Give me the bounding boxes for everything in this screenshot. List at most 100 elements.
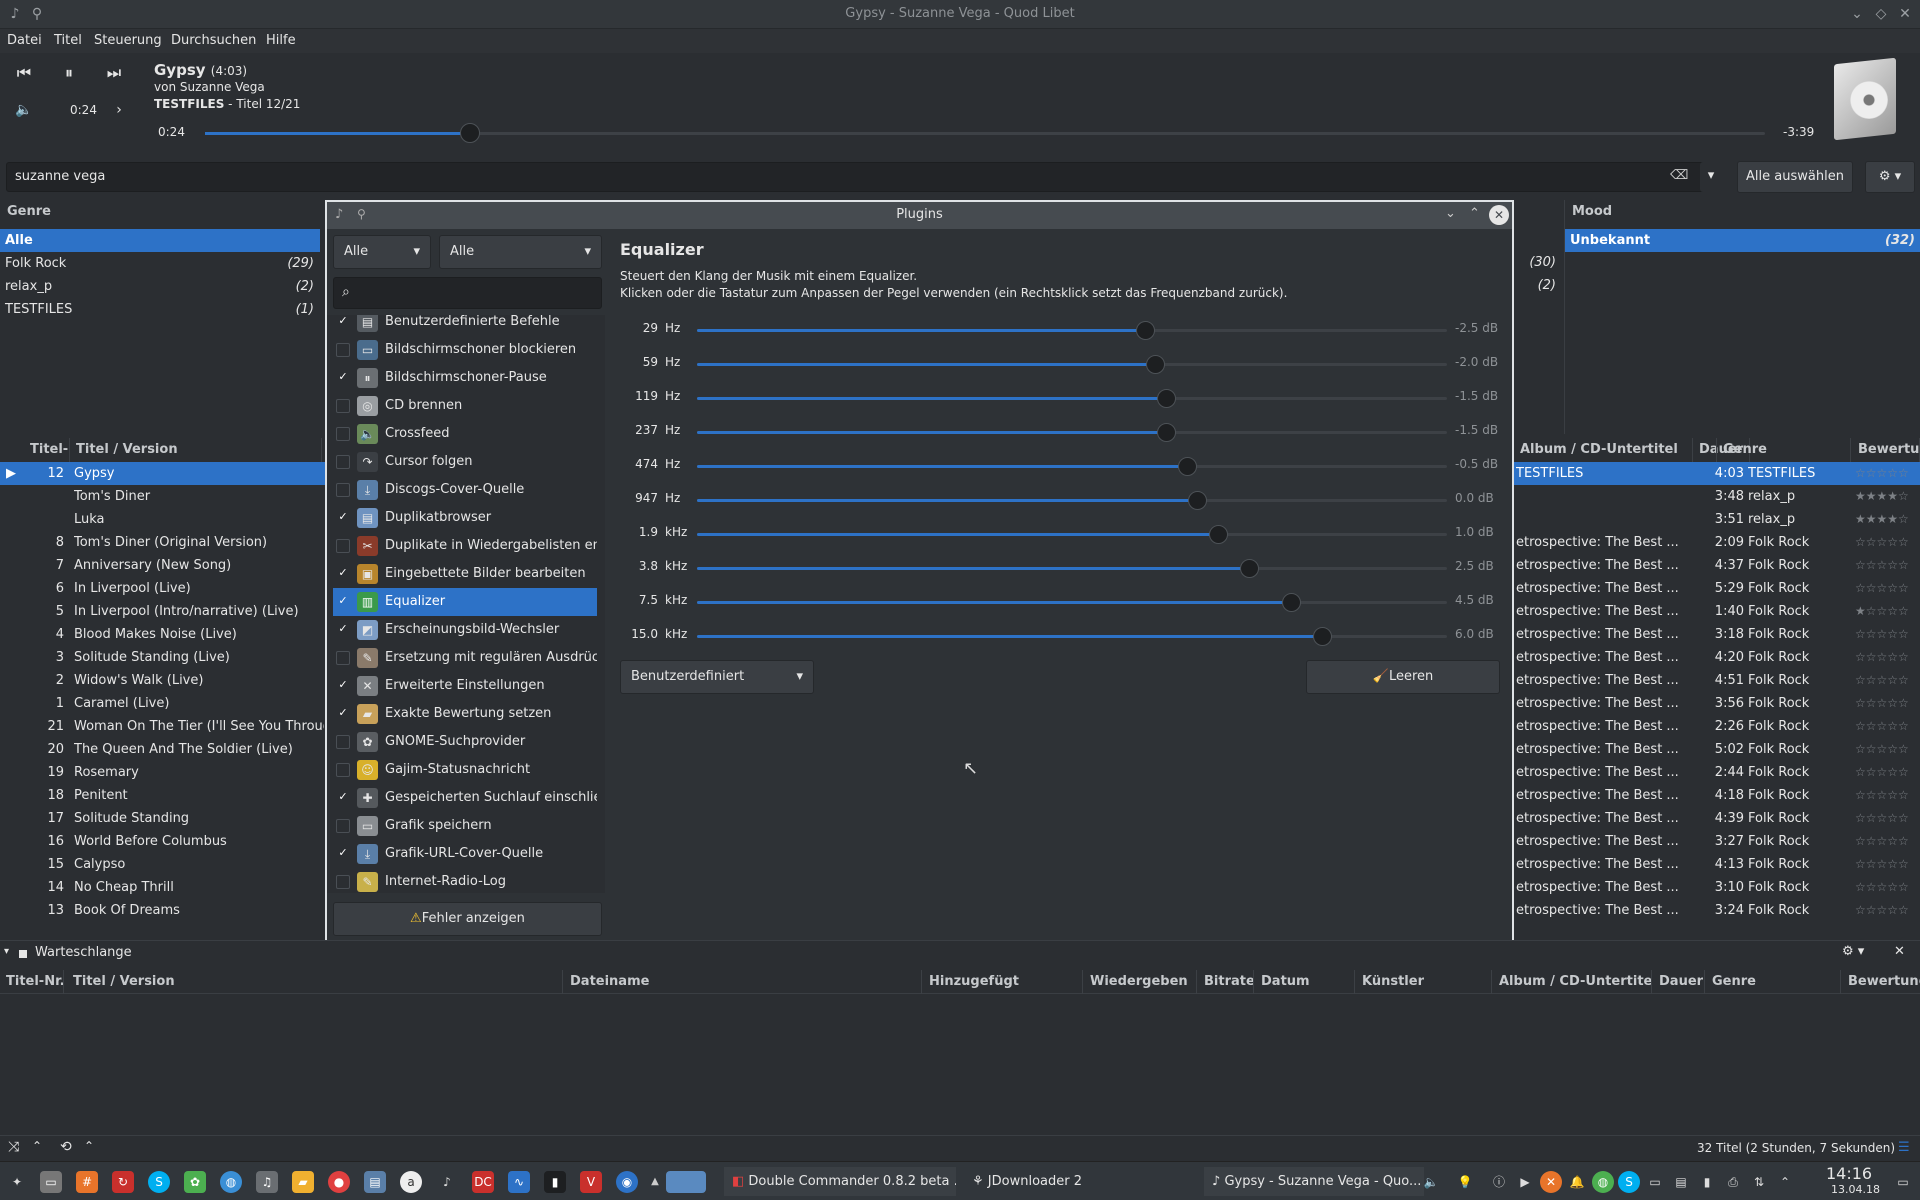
col-album[interactable]: Album / CD-Untertitel — [1514, 438, 1693, 462]
expand-arrow-icon[interactable]: › — [104, 98, 134, 122]
terminal-icon[interactable]: ▮ — [544, 1171, 566, 1193]
plugin-item[interactable]: ✓ ⤓ Grafik-URL-Cover-Quelle — [333, 840, 597, 868]
volume-icon[interactable]: 🔈 — [9, 98, 39, 122]
folder-icon[interactable]: ▰ — [292, 1171, 314, 1193]
sync-icon[interactable]: ↻ — [112, 1171, 134, 1193]
bulb-tray-icon[interactable]: 💡 — [1454, 1171, 1476, 1193]
plugin-checkbox[interactable] — [336, 455, 350, 469]
menu-titel[interactable]: Titel — [54, 33, 82, 48]
plugin-checkbox[interactable]: ✓ — [336, 315, 350, 329]
browser-icon[interactable]: ◍ — [220, 1171, 242, 1193]
eq-band-slider[interactable] — [697, 627, 1447, 646]
hashtag-icon[interactable]: # — [76, 1171, 98, 1193]
col-title[interactable]: Titel / Version — [70, 438, 322, 462]
plugin-item[interactable]: ⤓ Discogs-Cover-Quelle — [333, 476, 597, 504]
queue-col-track[interactable]: Titel-Nr. — [0, 970, 64, 994]
double-commander-icon[interactable]: DC — [472, 1171, 494, 1193]
start-menu-icon[interactable]: ✦ — [6, 1171, 28, 1193]
eq-slider-handle[interactable] — [1156, 389, 1176, 408]
network-tray-icon[interactable]: ⇅ — [1748, 1171, 1770, 1193]
search-history-dropdown[interactable]: ▾ — [1700, 162, 1722, 192]
plugin-checkbox[interactable] — [336, 483, 350, 497]
desktop-pager[interactable] — [666, 1171, 706, 1193]
printer-tray-icon[interactable]: ⎙ — [1722, 1171, 1744, 1193]
queue-col-bitrate[interactable]: Bitrate — [1198, 970, 1254, 994]
eq-slider-handle[interactable] — [1240, 559, 1260, 578]
files-icon[interactable]: ▭ — [40, 1171, 62, 1193]
battery-tray-icon[interactable]: ▮ — [1696, 1171, 1718, 1193]
plugin-item[interactable]: ✓ ▰ Exakte Bewertung setzen — [333, 700, 597, 728]
plugin-item[interactable]: ✓ ◩ Erscheinungsbild-Wechsler — [333, 616, 597, 644]
show-errors-button[interactable]: ⚠Fehler anzeigen — [333, 902, 602, 936]
eq-slider-handle[interactable] — [1146, 355, 1166, 374]
shuffle-icon[interactable]: ⤨ — [8, 1139, 19, 1155]
queue-col-rating[interactable]: Bewertung — [1842, 970, 1920, 994]
plugin-checkbox[interactable] — [336, 735, 350, 749]
select-all-button[interactable]: Alle auswählen — [1737, 161, 1853, 193]
eq-band-slider[interactable] — [697, 559, 1447, 578]
plugin-checkbox[interactable]: ✓ — [336, 595, 350, 609]
ball-icon[interactable]: ● — [328, 1171, 350, 1193]
eq-slider-handle[interactable] — [1135, 321, 1155, 340]
list-icon[interactable]: ☰ — [1898, 1140, 1910, 1155]
menu-datei[interactable]: Datei — [7, 33, 42, 48]
task-quodlibet[interactable]: ♪ Gypsy - Suzanne Vega - Quo... — [1204, 1167, 1424, 1196]
queue-col-duration[interactable]: Dauer — [1653, 970, 1705, 994]
globe-tray-icon[interactable]: ◍ — [1592, 1171, 1614, 1193]
clear-search-icon[interactable]: ⌫ — [1670, 168, 1688, 183]
headphones-icon[interactable]: ♫ — [256, 1171, 278, 1193]
eq-band-slider[interactable] — [697, 423, 1447, 442]
plugin-checkbox[interactable]: ✓ — [336, 791, 350, 805]
plugin-item[interactable]: ▭ Grafik speichern — [333, 812, 597, 840]
eq-band-slider[interactable] — [697, 491, 1447, 510]
col-track[interactable]: Titel- — [24, 438, 70, 462]
plugin-item[interactable]: ✎ Ersetzung mit regulären Ausdrücken — [333, 644, 597, 672]
plugin-checkbox[interactable]: ✓ — [336, 623, 350, 637]
plugin-checkbox[interactable]: ✓ — [336, 511, 350, 525]
skype-tray-icon[interactable]: S — [1618, 1171, 1640, 1193]
plugin-item[interactable]: ✓ ✕ Erweiterte Einstellungen — [333, 672, 597, 700]
plugin-item[interactable]: ✓ ✚ Gespeicherten Suchlauf einschließ... — [333, 784, 597, 812]
chrome-icon[interactable]: ◉ — [616, 1171, 638, 1193]
clipboard-tray-icon[interactable]: ▤ — [1670, 1171, 1692, 1193]
col-rating[interactable]: Bewertun — [1852, 438, 1920, 462]
genre-item-folk-rock[interactable]: Folk Rock (29) — [0, 252, 320, 275]
plugin-item[interactable]: ✎ Internet-Radio-Log — [333, 868, 597, 893]
chevron-up-icon[interactable]: ⌃ — [32, 1139, 42, 1153]
x-tray-icon[interactable]: ✕ — [1540, 1171, 1562, 1193]
col-genre[interactable]: Genre — [1716, 438, 1851, 462]
mood-item-unbekannt[interactable]: Unbekannt (32) — [1565, 229, 1920, 252]
queue-col-album[interactable]: Album / CD-Untertitel — [1493, 970, 1652, 994]
volume-tray-icon[interactable]: 🔈 — [1420, 1171, 1442, 1193]
pause-button[interactable]: ⏸ — [54, 61, 84, 85]
plugin-checkbox[interactable] — [336, 399, 350, 413]
eq-slider-handle[interactable] — [1188, 491, 1207, 510]
browser-settings-button[interactable]: ⚙ ▾ — [1865, 161, 1915, 193]
plugin-checkbox[interactable]: ✓ — [336, 371, 350, 385]
eq-band-slider[interactable] — [697, 355, 1447, 374]
plugin-checkbox[interactable] — [336, 427, 350, 441]
eq-band-slider[interactable] — [697, 593, 1447, 612]
stop-icon[interactable] — [19, 950, 27, 958]
skype-icon[interactable]: S — [148, 1171, 170, 1193]
menu-steuerung[interactable]: Steuerung — [94, 33, 162, 48]
plugin-item[interactable]: ▭ Bildschirmschoner blockieren — [333, 336, 597, 364]
vivaldi-icon[interactable]: V — [580, 1171, 602, 1193]
plugin-item[interactable]: ◎ CD brennen — [333, 392, 597, 420]
queue-settings-icon[interactable]: ⚙ ▾ — [1842, 944, 1864, 959]
queue-close-icon[interactable]: ✕ — [1894, 944, 1905, 959]
maximize-icon[interactable]: ⌃ — [1469, 206, 1480, 221]
queue-col-genre[interactable]: Genre — [1706, 970, 1841, 994]
genre-item-testfiles[interactable]: TESTFILES (1) — [0, 298, 320, 321]
eq-band-slider[interactable] — [697, 457, 1447, 476]
plugin-item[interactable]: ✓ ⏸ Bildschirmschoner-Pause — [333, 364, 597, 392]
queue-header[interactable]: ▾ Warteschlange ⚙ ▾ ✕ — [0, 940, 1920, 966]
eq-band-slider[interactable] — [697, 389, 1447, 408]
previous-button[interactable]: ⏮ — [9, 61, 39, 85]
filter-state-select[interactable]: Alle ▾ — [439, 235, 602, 269]
clock-time[interactable]: 14:16 — [1826, 1164, 1872, 1183]
quodlibet-icon[interactable]: ♪ — [436, 1171, 458, 1193]
queue-col-date[interactable]: Datum — [1255, 970, 1355, 994]
plugin-checkbox[interactable] — [336, 763, 350, 777]
equalizer-preset-select[interactable]: Benutzerdefiniert ▾ — [620, 660, 814, 694]
